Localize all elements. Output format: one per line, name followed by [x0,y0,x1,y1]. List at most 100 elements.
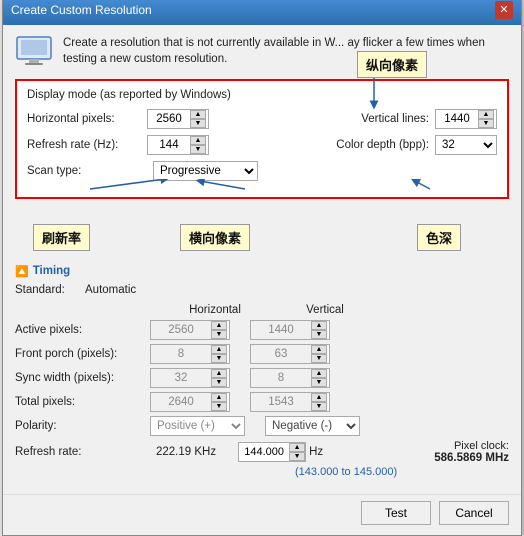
sync-width-h-field[interactable] [151,369,211,387]
standard-value: Automatic [85,284,136,296]
total-v-field[interactable] [251,393,311,411]
refresh-rate-up[interactable]: ▲ [190,136,206,145]
dialog-footer: Test Cancel [3,494,521,535]
horizontal-pixels-field[interactable] [148,110,190,128]
pixel-clock-value: 586.5869 MHz [434,452,509,464]
vertical-lines-down[interactable]: ▼ [478,119,494,128]
refresh-rate-down[interactable]: ▼ [190,145,206,154]
sync-width-label: Sync width (pixels): [15,372,150,384]
scan-type-select[interactable]: Progressive Interlaced [153,161,258,181]
horizontal-pixels-up[interactable]: ▲ [190,110,206,119]
active-pixels-label: Active pixels: [15,324,150,336]
vertical-lines-input[interactable]: ▲ ▼ [435,109,497,129]
refresh-rate-group: Refresh rate (Hz): ▲ ▼ [27,135,313,155]
sync-width-h-down[interactable]: ▼ [211,378,227,387]
vertical-lines-up[interactable]: ▲ [478,110,494,119]
hz-up[interactable]: ▲ [289,443,305,452]
color-depth-select[interactable]: 32 16 [435,135,497,155]
active-pixels-h-input[interactable]: ▲ ▼ [150,320,230,340]
cancel-button[interactable]: Cancel [439,501,509,525]
active-pixels-row: Active pixels: ▲ ▼ ▲ ▼ [15,320,509,340]
polarity-label: Polarity: [15,420,150,432]
title-bar: Create Custom Resolution ✕ [3,0,521,25]
timing-header: 🔼 Timing [15,265,509,278]
polarity-v-select[interactable]: Negative (-) Positive (+) [265,416,360,436]
timing-section: 🔼 Timing Standard: Automatic Horizontal … [15,265,509,478]
polarity-row: Polarity: Positive (+) Negative (-) Nega… [15,416,509,436]
active-h-spinner: ▲ ▼ [211,321,227,339]
refresh-rate-label: Refresh rate (Hz): [27,139,147,151]
active-v-spinner: ▲ ▼ [311,321,327,339]
front-porch-v-input[interactable]: ▲ ▼ [250,344,330,364]
sync-width-row: Sync width (pixels): ▲ ▼ ▲ ▼ [15,368,509,388]
sync-width-v-input[interactable]: ▲ ▼ [250,368,330,388]
sync-width-v-down[interactable]: ▼ [311,378,327,387]
refresh-rate-timing-label: Refresh rate: [15,446,150,458]
horizontal-pixels-group: Horizontal pixels: ▲ ▼ [27,109,313,129]
vertical-lines-group: Vertical lines: ▲ ▼ [329,109,497,129]
test-button[interactable]: Test [361,501,431,525]
sync-width-v-field[interactable] [251,369,311,387]
form-row-scan: Scan type: Progressive Interlaced [27,161,497,181]
display-mode-container: Display mode (as reported by Windows) Ho… [15,79,509,199]
active-v-down[interactable]: ▼ [311,330,327,339]
refresh-rate-row: Refresh rate: 222.19 KHz ▲ ▼ Hz [15,440,509,464]
total-h-field[interactable] [151,393,211,411]
active-pixels-v-field[interactable] [251,321,311,339]
total-h-input[interactable]: ▲ ▼ [150,392,230,412]
refresh-rate-input[interactable]: ▲ ▼ [147,135,209,155]
timing-chevron-icon[interactable]: 🔼 [15,265,29,278]
total-h-spinner: ▲ ▼ [211,393,227,411]
pixel-clock-box: Pixel clock: 586.5869 MHz [434,440,509,464]
total-v-up[interactable]: ▲ [311,393,327,402]
active-h-down[interactable]: ▼ [211,330,227,339]
front-porch-row: Front porch (pixels): ▲ ▼ ▲ ▼ [15,344,509,364]
front-porch-h-down[interactable]: ▼ [211,354,227,363]
total-v-down[interactable]: ▼ [311,402,327,411]
sync-width-h-up[interactable]: ▲ [211,369,227,378]
hz-down[interactable]: ▼ [289,452,305,461]
dialog-window: Create Custom Resolution ✕ Create a reso… [2,0,522,536]
front-porch-label: Front porch (pixels): [15,348,150,360]
hz-spinner: ▲ ▼ [289,443,305,461]
hz-field[interactable] [239,443,289,461]
total-v-spinner: ▲ ▼ [311,393,327,411]
form-row-pixels: Horizontal pixels: ▲ ▼ Vertical lines: [27,109,497,129]
front-porch-h-up[interactable]: ▲ [211,345,227,354]
sync-width-h-spinner: ▲ ▼ [211,369,227,387]
horizontal-pixels-input[interactable]: ▲ ▼ [147,109,209,129]
close-button[interactable]: ✕ [495,1,513,19]
horizontal-pixels-down[interactable]: ▼ [190,119,206,128]
horizontal-col-header: Horizontal [165,304,265,316]
active-h-up[interactable]: ▲ [211,321,227,330]
front-porch-v-down[interactable]: ▼ [311,354,327,363]
front-porch-h-field[interactable] [151,345,211,363]
vertical-lines-field[interactable] [436,110,478,128]
total-h-up[interactable]: ▲ [211,393,227,402]
active-pixels-h-field[interactable] [151,321,211,339]
color-depth-group: Color depth (bpp): 32 16 [329,135,497,155]
vertical-lines-label: Vertical lines: [329,113,429,125]
active-v-up[interactable]: ▲ [311,321,327,330]
sync-width-h-input[interactable]: ▲ ▼ [150,368,230,388]
hz-input[interactable]: ▲ ▼ [238,442,306,462]
hz-group: ▲ ▼ Hz [238,442,323,462]
dialog-body: Create a resolution that is not currentl… [3,25,521,494]
refresh-rate-field[interactable] [148,136,190,154]
front-porch-v-field[interactable] [251,345,311,363]
polarity-h-select[interactable]: Positive (+) Negative (-) [150,416,245,436]
sync-width-v-up[interactable]: ▲ [311,369,327,378]
color-depth-label: Color depth (bpp): [329,139,429,151]
callout-horizontal-pixels: 横向像素 [180,224,250,251]
sync-width-v-spinner: ▲ ▼ [311,369,327,387]
refresh-rate-timing-value: 222.19 KHz [156,446,216,458]
active-pixels-v-input[interactable]: ▲ ▼ [250,320,330,340]
total-h-down[interactable]: ▼ [211,402,227,411]
callout-vertical-pixels: 纵向像素 [357,51,427,78]
total-v-input[interactable]: ▲ ▼ [250,392,330,412]
intro-text: Create a resolution that is not currentl… [63,35,509,67]
front-porch-h-input[interactable]: ▲ ▼ [150,344,230,364]
scan-type-label: Scan type: [27,165,147,177]
front-porch-v-up[interactable]: ▲ [311,345,327,354]
vertical-col-header: Vertical [275,304,375,316]
